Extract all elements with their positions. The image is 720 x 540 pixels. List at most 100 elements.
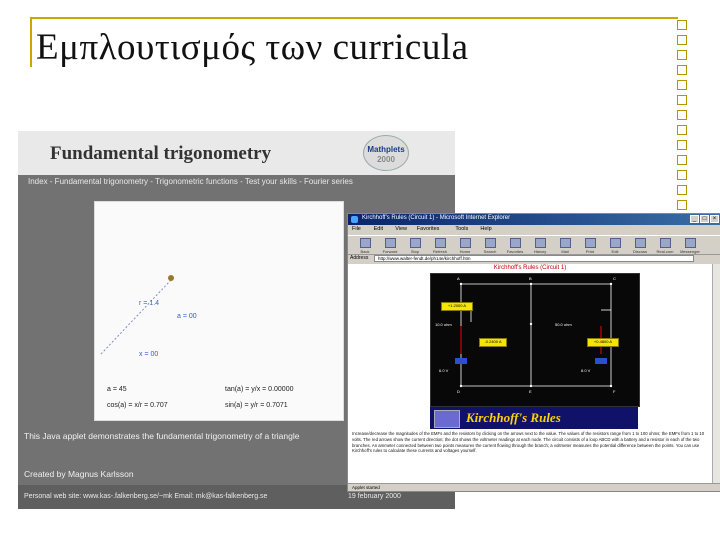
menu-item-tools[interactable]: Tools <box>455 226 468 232</box>
emf-1-label: 6.0 V <box>439 368 449 373</box>
address-input[interactable]: http://www.walter-fendt.de/ph14e/kirchho… <box>374 255 694 262</box>
slide-deco-square <box>677 50 687 60</box>
slide-deco-square <box>677 155 687 165</box>
toolbar-edit-button[interactable]: Edit <box>604 238 626 254</box>
trig-created-by: Created by Magnus Karlsson <box>24 469 134 479</box>
menu-item-view[interactable]: View <box>395 226 407 232</box>
mathplets-logo: Mathplets 2000 <box>363 135 409 171</box>
refresh-icon <box>434 238 446 248</box>
label-r: r = 1.4 <box>139 300 160 307</box>
ie-page-content: Kirchhoff's Rules (Circuit 1) +1.2000 A … <box>348 264 712 483</box>
radius-line <box>100 279 172 355</box>
ammeter-2: -0.2400 A <box>479 338 507 347</box>
toolbar-stop-button[interactable]: Stop <box>404 238 426 254</box>
drag-point <box>168 275 174 281</box>
emf-2-label: 8.0 V <box>581 368 591 373</box>
ie-toolbar: Back Forward Stop Refresh Home Search Favorite… <box>348 235 720 255</box>
toolbar-print-button[interactable]: Print <box>579 238 601 254</box>
ammeter-1: +1.2000 A <box>441 302 473 311</box>
ie-address-bar: Address http://www.walter-fendt.de/ph14e… <box>348 254 720 263</box>
home-icon <box>459 238 471 248</box>
slide-deco-square <box>677 170 687 180</box>
slide-deco-square <box>677 95 687 105</box>
value-tan: tan(a) = y/x = 0.00000 <box>225 386 294 393</box>
kirchhoff-banner: Kirchhoff's Rules <box>430 407 638 429</box>
slide-deco-square <box>677 125 687 135</box>
toolbar-back-button[interactable]: Back <box>354 238 376 254</box>
favorites-icon <box>509 238 521 248</box>
slide-deco-square <box>677 80 687 90</box>
toolbar-history-button[interactable]: History <box>529 238 551 254</box>
node-a-label: A <box>457 276 460 281</box>
node-b-label: B <box>529 276 532 281</box>
kirchhoff-applet[interactable]: +1.2000 A -0.2400 A +0.4800 A 10.0 ohm 5… <box>430 273 640 407</box>
toolbar-home-button[interactable]: Home <box>454 238 476 254</box>
realcom-icon <box>659 238 671 248</box>
slide-deco-square <box>677 20 687 30</box>
discuss-icon <box>634 238 646 248</box>
node-c-label: C <box>613 276 616 281</box>
resistor-2-label: 50.0 ohm <box>555 322 572 327</box>
menu-item-file[interactable]: File <box>352 226 361 232</box>
page-heading: Kirchhoff's Rules (Circuit 1) <box>493 265 567 271</box>
menu-item-edit[interactable]: Edit <box>374 226 383 232</box>
slide-deco-square <box>677 35 687 45</box>
toolbar-mail-button[interactable]: Mail <box>554 238 576 254</box>
edit-icon <box>609 238 621 248</box>
toolbar-search-button[interactable]: Search <box>479 238 501 254</box>
value-sin: sin(a) = y/r = 0.7071 <box>225 402 288 409</box>
mail-icon <box>559 238 571 248</box>
search-icon <box>484 238 496 248</box>
close-icon[interactable]: × <box>710 215 719 223</box>
value-cos: cos(a) = x/r = 0.707 <box>107 402 168 409</box>
toolbar-realcom-button[interactable]: Real.com <box>654 238 676 254</box>
slide-deco-square <box>677 110 687 120</box>
back-icon <box>359 238 371 248</box>
slide-deco-square <box>677 185 687 195</box>
toolbar-refresh-button[interactable]: Refresh <box>429 238 451 254</box>
menu-item-help[interactable]: Help <box>480 226 491 232</box>
trig-diagram <box>100 275 174 355</box>
label-x: x = 00 <box>139 351 159 358</box>
trig-title: Fundamental trigonometry <box>50 143 272 164</box>
node-f-label: F <box>613 389 616 394</box>
minimize-icon[interactable]: _ <box>690 215 699 223</box>
toolbar-favorites-button[interactable]: Favorites <box>504 238 526 254</box>
mathplets-logo-text: Mathplets <box>367 145 405 154</box>
resistor-1-label: 10.0 ohm <box>435 322 452 327</box>
stop-icon <box>409 238 421 248</box>
menu-item-favorites[interactable]: Favorites <box>417 226 440 232</box>
slide-deco-square <box>677 65 687 75</box>
slide-left-rule <box>30 17 32 67</box>
status-text: Applet started <box>352 485 380 490</box>
maximize-icon[interactable]: □ <box>700 215 709 223</box>
ie-scrollbar[interactable] <box>712 264 720 483</box>
toolbar-messenger-button[interactable]: Messenger <box>679 238 701 254</box>
value-angle: a = 45 <box>107 386 127 393</box>
ie-window-title: Kirchhoff's Rules (Circuit 1) - Microsof… <box>362 215 511 221</box>
trig-description: This Java applet demonstrates the fundam… <box>24 431 300 441</box>
messenger-icon <box>684 238 696 248</box>
node-d-label: D <box>457 389 460 394</box>
slide-deco-square <box>677 140 687 150</box>
ammeter-3: +0.4800 A <box>587 338 619 347</box>
node-e-label: E <box>529 389 532 394</box>
trig-header: Fundamental trigonometry Mathplets 2000 <box>18 131 455 175</box>
slide-deco-square <box>677 200 687 210</box>
history-icon <box>534 238 546 248</box>
trig-date: 19 february 2000 <box>348 493 401 500</box>
banner-circuit-icon <box>434 410 460 428</box>
slide-top-rule <box>30 17 678 19</box>
ie-menubar: File Edit View Favorites Tools Help <box>348 225 720 235</box>
trig-applet-panel[interactable]: r = 1.4 a = 00 x = 00 a = 45 tan(a) = y/… <box>94 201 344 421</box>
trig-nav-links[interactable]: Index - Fundamental trigonometry - Trigo… <box>28 177 353 186</box>
mathplets-logo-year: 2000 <box>377 155 395 164</box>
address-label: Address <box>350 255 369 261</box>
ie-window-screenshot: Kirchhoff's Rules (Circuit 1) - Microsof… <box>347 213 720 492</box>
forward-icon <box>384 238 396 248</box>
toolbar-forward-button[interactable]: Forward <box>379 238 401 254</box>
banner-title: Kirchhoff's Rules <box>466 410 561 425</box>
ie-titlebar: Kirchhoff's Rules (Circuit 1) - Microsof… <box>348 214 720 225</box>
toolbar-discuss-button[interactable]: Discuss <box>629 238 651 254</box>
trig-personal-link[interactable]: Personal web site: www.kas-.falkenberg.s… <box>24 493 267 500</box>
